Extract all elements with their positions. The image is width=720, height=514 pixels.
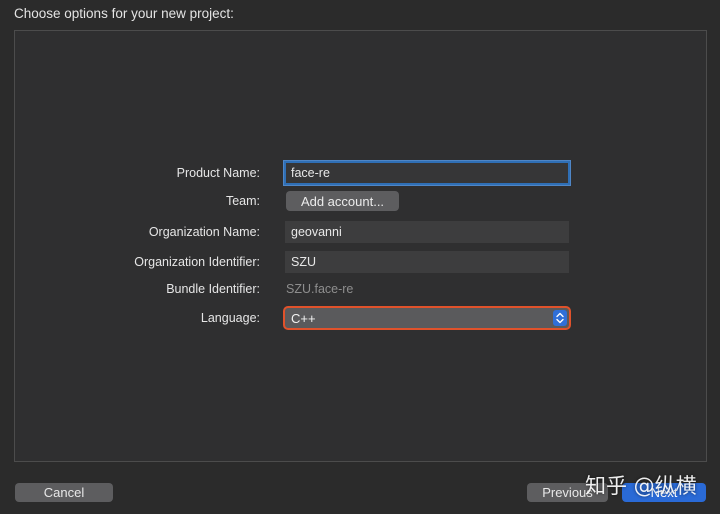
organization-name-label: Organization Name: <box>148 225 260 239</box>
cancel-button[interactable]: Cancel <box>15 483 113 502</box>
organization-identifier-value: SZU <box>291 255 316 269</box>
organization-name-row: Organization Name: geovanni <box>15 220 706 244</box>
language-selected-value: C++ <box>291 310 316 326</box>
language-row: Language: C++ <box>15 306 706 330</box>
bundle-identifier-label: Bundle Identifier: <box>166 282 260 296</box>
up-down-chevron-icon <box>553 310 567 326</box>
product-name-value: face-re <box>291 166 330 180</box>
product-name-row: Product Name: face-re <box>15 161 706 185</box>
previous-button[interactable]: Previous <box>527 483 608 502</box>
bundle-identifier-row: Bundle Identifier: SZU.face-re <box>15 277 706 301</box>
product-name-field[interactable]: face-re <box>284 161 570 185</box>
organization-name-field[interactable]: geovanni <box>285 221 569 243</box>
team-label: Team: <box>225 194 260 208</box>
bundle-identifier-value: SZU.face-re <box>286 282 354 296</box>
next-button[interactable]: Next <box>622 483 706 502</box>
organization-identifier-row: Organization Identifier: SZU <box>15 250 706 274</box>
add-account-button[interactable]: Add account... <box>286 191 399 211</box>
organization-identifier-field[interactable]: SZU <box>285 251 569 273</box>
dialog-title: Choose options for your new project: <box>14 6 234 21</box>
product-name-label: Product Name: <box>176 166 260 180</box>
language-label: Language: <box>200 311 260 325</box>
language-select[interactable]: C++ <box>283 306 571 330</box>
new-project-options-dialog: Choose options for your new project: Pro… <box>0 0 720 514</box>
organization-identifier-label: Organization Identifier: <box>134 255 260 269</box>
team-row: Team: Add account... <box>15 189 706 213</box>
options-panel: Product Name: face-re Team: Add account.… <box>14 30 707 462</box>
organization-name-value: geovanni <box>291 225 342 239</box>
